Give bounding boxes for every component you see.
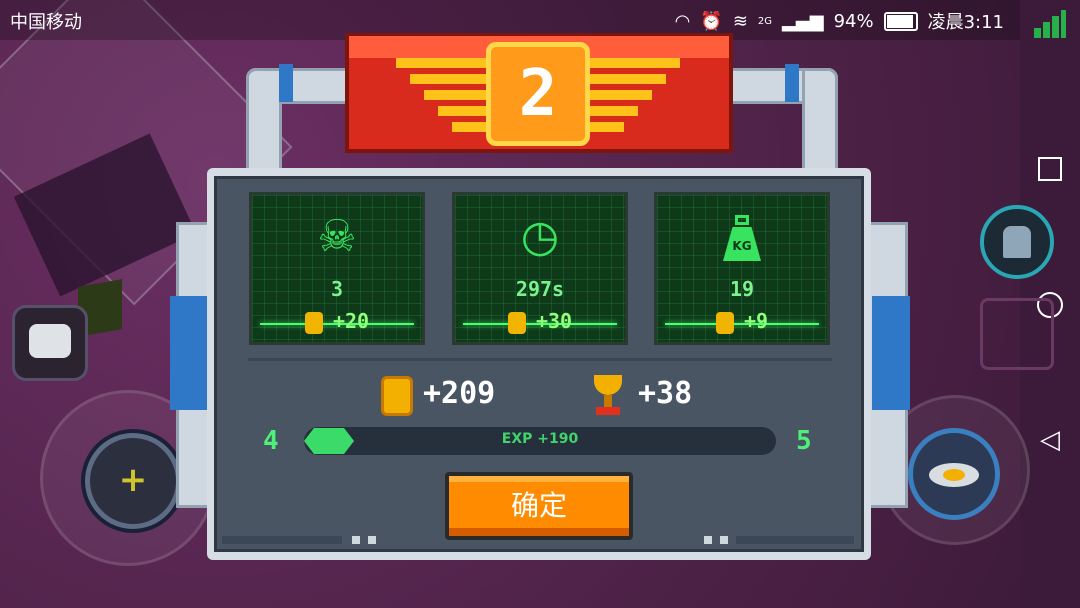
time-reward-value: +30	[535, 309, 573, 333]
bottom-dot	[368, 536, 376, 544]
square-icon	[1038, 156, 1062, 181]
stat-panel-weight: KG 19 +9	[654, 192, 830, 345]
frame-side-right-accent	[872, 296, 910, 410]
current-level: 4	[263, 426, 279, 456]
chat-button[interactable]	[12, 305, 88, 381]
kills-reward-value: +20	[332, 309, 370, 333]
time-reward: +30	[455, 309, 625, 334]
level-number: 2	[518, 57, 558, 131]
alarm-icon: ⏰	[700, 10, 723, 32]
weight-icon-label: KG	[732, 239, 752, 253]
status-icons: ◠ ⏰ ≋ 2G ▂▄▆ 94% 凌晨3:11	[675, 8, 1004, 34]
wing-right-icon	[590, 58, 706, 132]
plus-icon: +	[118, 460, 148, 500]
clock-icon: ◷	[520, 211, 560, 262]
bottom-dot	[720, 536, 728, 544]
pipe-clamp-right	[785, 64, 799, 102]
coin-icon	[507, 311, 526, 334]
confirm-button[interactable]: 确定	[445, 472, 633, 540]
coin-slot-icon	[943, 469, 965, 481]
exp-label: EXP +190	[501, 431, 579, 447]
signal-icon: ▂▄▆	[782, 10, 824, 32]
level-medal: 2	[486, 42, 590, 146]
back-button[interactable]: ◁	[1020, 420, 1080, 460]
weight-icon: KG	[657, 211, 827, 263]
bottom-dot	[352, 536, 360, 544]
chat-bubble-icon	[29, 324, 71, 358]
weight-reward-value: +9	[743, 309, 769, 333]
next-level: 5	[796, 426, 812, 456]
time-value: 297s	[515, 277, 565, 301]
battery-icon	[883, 11, 918, 31]
bottom-strip	[222, 536, 342, 544]
triangle-left-icon: ◁	[1040, 425, 1060, 455]
clock-time: 凌晨3:11	[927, 12, 1004, 33]
weapon-button[interactable]	[908, 428, 1000, 520]
carrier-name: 中国移动	[10, 12, 82, 33]
stat-panel-time: ◷ 297s +30	[452, 192, 628, 345]
wifi-icon: ≋	[732, 10, 748, 32]
battery-percent: 94%	[833, 10, 874, 32]
recents-button[interactable]	[1020, 148, 1080, 188]
trophy-icon	[590, 375, 626, 417]
pipe-right-vertical	[802, 68, 838, 174]
trophy-count: +38	[638, 376, 693, 411]
coin-icon	[715, 311, 734, 334]
network-signal-icon	[1034, 10, 1066, 38]
stat-panel-kills: ☠ 3 +20	[249, 192, 425, 345]
bottom-dot	[704, 536, 712, 544]
total-coins: +209	[423, 376, 496, 411]
divider	[248, 358, 832, 361]
skull-icon: ☠	[317, 211, 357, 262]
pipe-left-vertical	[246, 68, 282, 174]
network-type: 2G	[757, 15, 773, 27]
coin-icon	[381, 376, 413, 416]
frame-side-left-accent	[170, 296, 208, 410]
kills-value: 3	[330, 277, 344, 301]
joystick-knob[interactable]: +	[85, 433, 181, 529]
skill-button[interactable]	[980, 205, 1054, 279]
coin-icon	[304, 311, 323, 334]
bottom-strip	[736, 536, 854, 544]
weight-reward: +9	[657, 309, 827, 334]
weight-value: 19	[729, 277, 755, 301]
headphones-icon: ◠	[674, 10, 691, 32]
empty-slot[interactable]	[980, 298, 1054, 370]
helmet-icon	[1003, 226, 1031, 258]
kills-reward: +20	[252, 309, 422, 334]
pipe-clamp-left	[279, 64, 293, 102]
